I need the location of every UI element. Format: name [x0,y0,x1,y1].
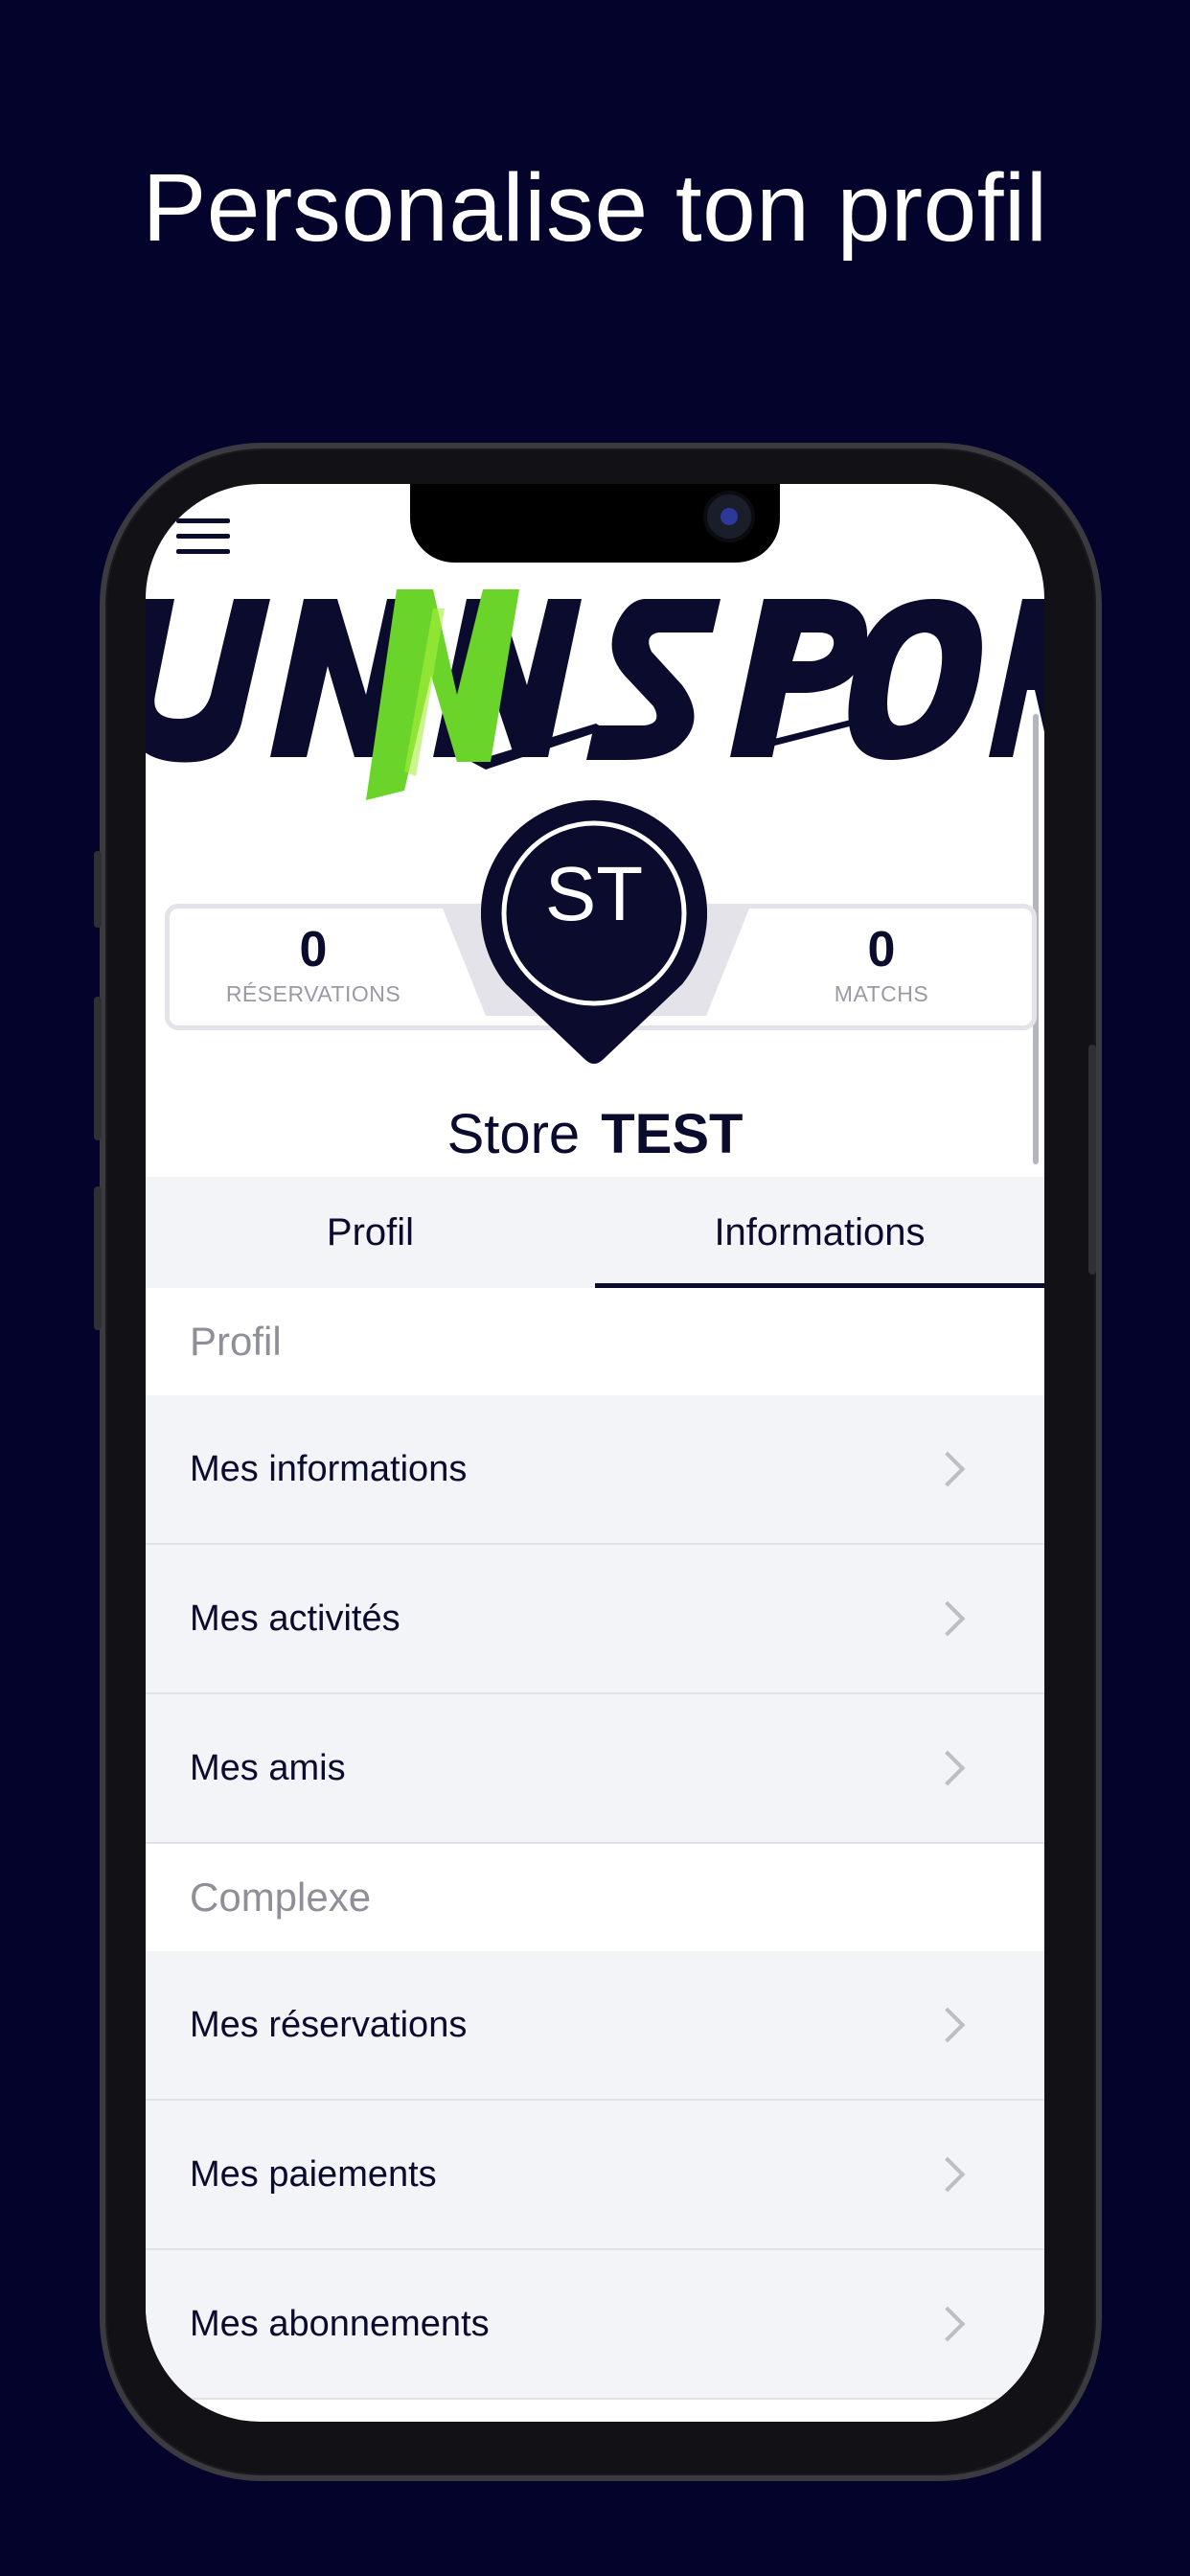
avatar-initials: ST [544,851,644,936]
headline: Personalise ton profil [142,154,1048,262]
menu-item-label: Mes paiements [190,2153,437,2195]
chevron-right-icon [929,2306,966,2342]
phone-side-button [94,851,102,928]
matchs-label: MATCHS [834,981,929,1006]
brand-logo [146,589,1044,800]
phone-power-button [1088,1045,1096,1275]
menu-item-label: Mes abonnements [190,2303,490,2344]
tab-informations[interactable]: Informations [595,1177,1044,1288]
notch [410,484,780,563]
chevron-right-icon [929,2007,966,2043]
menu-item-mes-paiements[interactable]: Mes paiements [146,2101,1044,2250]
tab-profil[interactable]: Profil [146,1177,595,1288]
section-header-complexe: Complexe [146,1844,1044,1951]
matchs-stat[interactable]: 0 MATCHS [776,924,987,1007]
section-header-profil: Profil [146,1288,1044,1395]
menu-item-mes-amis[interactable]: Mes amis [146,1694,1044,1844]
chevron-right-icon [929,1451,966,1487]
user-name: Store TEST [146,1102,1044,1166]
reservations-stat[interactable]: 0 RÉSERVATIONS [208,924,419,1007]
profile-tabs: Profil Informations [146,1177,1044,1288]
chevron-right-icon [929,1600,966,1637]
menu-item-label: Mes activités [190,1598,400,1639]
chevron-right-icon [929,1750,966,1786]
camera-icon [703,491,755,542]
app-screen: 0 RÉSERVATIONS 0 MATCHS ST Store TEST Pro… [146,484,1044,2422]
reservations-label: RÉSERVATIONS [225,981,401,1006]
phone-volume-down [94,1186,102,1330]
hamburger-menu-icon[interactable] [176,518,230,555]
matchs-count: 0 [867,922,896,978]
menu-item-label: Mes informations [190,1448,468,1489]
menu-item-label: Mes amis [190,1747,346,1788]
menu-item-mes-abonnements[interactable]: Mes abonnements [146,2250,1044,2400]
chevron-right-icon [929,2156,966,2193]
phone-volume-up [94,997,102,1140]
menu-item-mes-reservations[interactable]: Mes réservations [146,1951,1044,2101]
menu-item-mes-informations[interactable]: Mes informations [146,1395,1044,1545]
menu-item-mes-activites[interactable]: Mes activités [146,1545,1044,1694]
user-last-name: TEST [601,1103,744,1165]
reservations-count: 0 [299,922,328,978]
user-first-name: Store [446,1103,581,1165]
menu-item-label: Mes réservations [190,2004,468,2045]
